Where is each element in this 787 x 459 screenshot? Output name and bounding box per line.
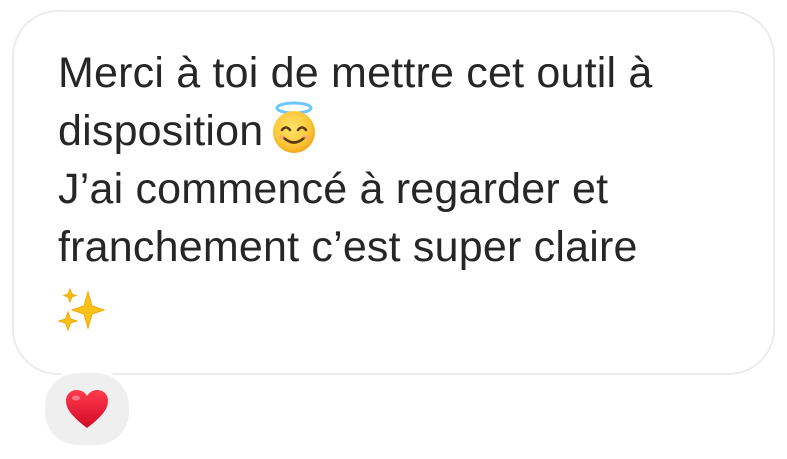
message-line-1: Merci à toi de mettre cet outil à	[58, 49, 653, 97]
message-line-2-text: disposition	[58, 107, 264, 155]
message-line-2: disposition	[58, 101, 748, 160]
smiling-face-with-halo-icon	[269, 101, 319, 155]
reaction-badge[interactable]	[42, 370, 132, 448]
message-line-5	[57, 276, 748, 334]
message-text: Merci à toi de mettre cet outil à dispos…	[57, 44, 748, 334]
sparkles-icon	[57, 286, 106, 334]
message-line-3: J’ai commencé à regarder et	[58, 165, 609, 213]
message-view: Merci à toi de mettre cet outil à dispos…	[0, 0, 787, 459]
red-heart-icon	[64, 388, 110, 430]
message-line-4: franchement c’est super claire	[58, 223, 638, 271]
